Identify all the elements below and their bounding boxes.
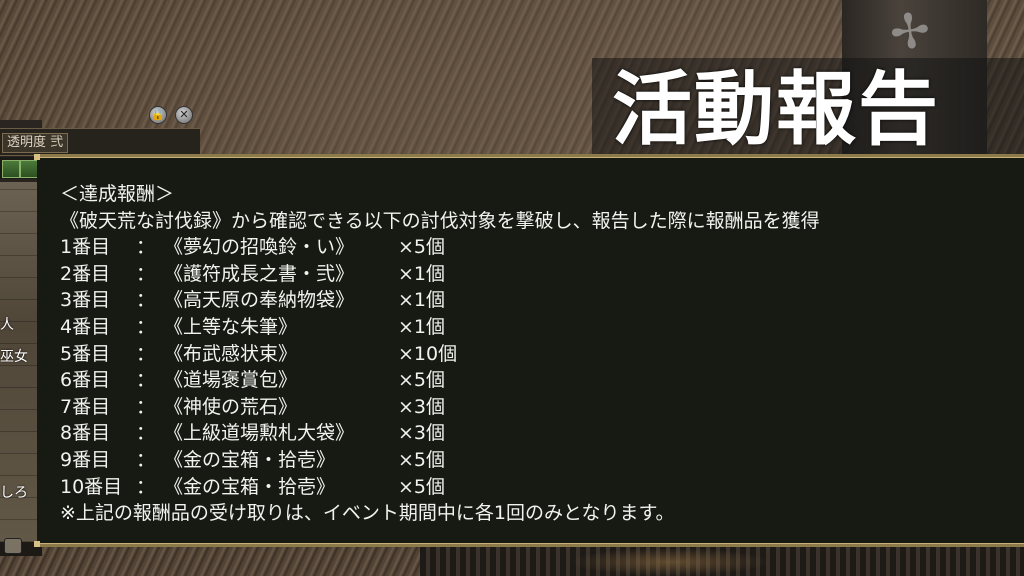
reward-quantity: ×3個	[398, 395, 446, 418]
reward-quantity: ×5個	[398, 475, 446, 498]
reward-quantity: ×3個	[398, 422, 446, 445]
reward-rank: 3番目	[60, 289, 111, 312]
reward-separator: ：	[136, 448, 156, 471]
map-label-person: 人	[0, 317, 14, 333]
reward-separator: ：	[136, 475, 156, 498]
reward-rank: 8番目	[60, 422, 111, 445]
reward-quantity: ×1個	[398, 262, 446, 285]
reward-row: 1番目 ： 《夢幻の招喚鈴・い》 ×5個	[60, 234, 1024, 261]
reward-item-name: 《上等な朱筆》	[164, 315, 298, 338]
reward-quantity: ×5個	[398, 236, 446, 259]
reward-separator: ：	[136, 289, 156, 312]
reward-item-name: 《護符成長之書・弐》	[164, 262, 355, 285]
reward-item-name: 《布武感状束》	[164, 342, 298, 365]
reward-rank: 1番目	[60, 236, 111, 259]
reward-list: 1番目 ： 《夢幻の招喚鈴・い》 ×5個 2番目 ： 《護符成長之書・弐》 ×1個 3番目 ： 《高…	[60, 234, 1024, 500]
reward-row: 5番目 ： 《布武感状束》 ×10個	[60, 341, 1024, 368]
reward-quantity: ×1個	[398, 289, 446, 312]
character-glow	[570, 548, 770, 576]
report-intro: 《破天荒な討伐録》から確認できる以下の討伐対象を撃破し、報告した際に報酬品を獲得	[60, 209, 820, 232]
reward-separator: ：	[136, 395, 156, 418]
reward-quantity: ×10個	[398, 342, 458, 365]
report-body: ＜達成報酬＞ 《破天荒な討伐録》から確認できる以下の討伐対象を撃破し、報告した際…	[60, 181, 1024, 527]
reward-item-name: 《神使の荒石》	[164, 395, 298, 418]
transparency-tab[interactable]: 透明度 弐	[2, 133, 69, 153]
reward-rank: 7番目	[60, 395, 111, 418]
play-button[interactable]	[2, 160, 20, 178]
map-label-miko: 巫女	[0, 349, 28, 365]
reward-row: 2番目 ： 《護符成長之書・弐》 ×1個	[60, 261, 1024, 288]
reward-row: 8番目 ： 《上級道場勲札大袋》 ×3個	[60, 420, 1024, 447]
reward-quantity: ×5個	[398, 448, 446, 471]
close-icon[interactable]: ✕	[175, 106, 193, 124]
reward-row: 9番目 ： 《金の宝箱・拾壱》 ×5個	[60, 447, 1024, 474]
report-dialog: ＜達成報酬＞ 《破天荒な討伐録》から確認できる以下の討伐対象を撃破し、報告した際…	[34, 154, 1024, 547]
report-heading: ＜達成報酬＞	[60, 183, 175, 205]
reward-item-name: 《金の宝箱・拾壱》	[164, 475, 336, 498]
pillar-calligraphy: ✢	[886, 1, 934, 63]
reward-item-name: 《上級道場勲札大袋》	[164, 422, 355, 445]
reward-row: 7番目 ： 《神使の荒石》 ×3個	[60, 394, 1024, 421]
reward-separator: ：	[136, 236, 156, 259]
reward-row: 6番目 ： 《道場褒賞包》 ×5個	[60, 367, 1024, 394]
reward-separator: ：	[136, 342, 156, 365]
next-button[interactable]	[20, 160, 38, 178]
reward-item-name: 《高天原の奉納物袋》	[164, 289, 355, 312]
reward-separator: ：	[136, 315, 156, 338]
camera-icon[interactable]	[4, 538, 22, 554]
reward-quantity: ×1個	[398, 315, 446, 338]
page-title: 活動報告	[612, 63, 940, 156]
reward-item-name: 《金の宝箱・拾壱》	[164, 448, 336, 471]
lock-icon[interactable]: 🔒	[149, 106, 167, 124]
reward-item-name: 《夢幻の招喚鈴・い》	[164, 236, 355, 259]
reward-row: 3番目 ： 《高天原の奉納物袋》 ×1個	[60, 287, 1024, 314]
reward-rank: 6番目	[60, 369, 111, 392]
reward-separator: ：	[136, 422, 156, 445]
reward-rank: 4番目	[60, 315, 111, 338]
reward-quantity: ×5個	[398, 369, 446, 392]
map-label-shiro: しろ	[0, 485, 28, 501]
reward-rank: 2番目	[60, 262, 111, 285]
reward-item-name: 《道場褒賞包》	[164, 369, 298, 392]
reward-separator: ：	[136, 262, 156, 285]
reward-separator: ：	[136, 369, 156, 392]
reward-row: 10番目 ： 《金の宝箱・拾壱》 ×5個	[60, 474, 1024, 501]
reward-rank: 10番目	[60, 475, 123, 498]
report-note: ※上記の報酬品の受け取りは、イベント期間中に各1回のみとなります。	[60, 502, 675, 525]
reward-rank: 9番目	[60, 448, 111, 471]
reward-rank: 5番目	[60, 342, 111, 365]
reward-row: 4番目 ： 《上等な朱筆》 ×1個	[60, 314, 1024, 341]
